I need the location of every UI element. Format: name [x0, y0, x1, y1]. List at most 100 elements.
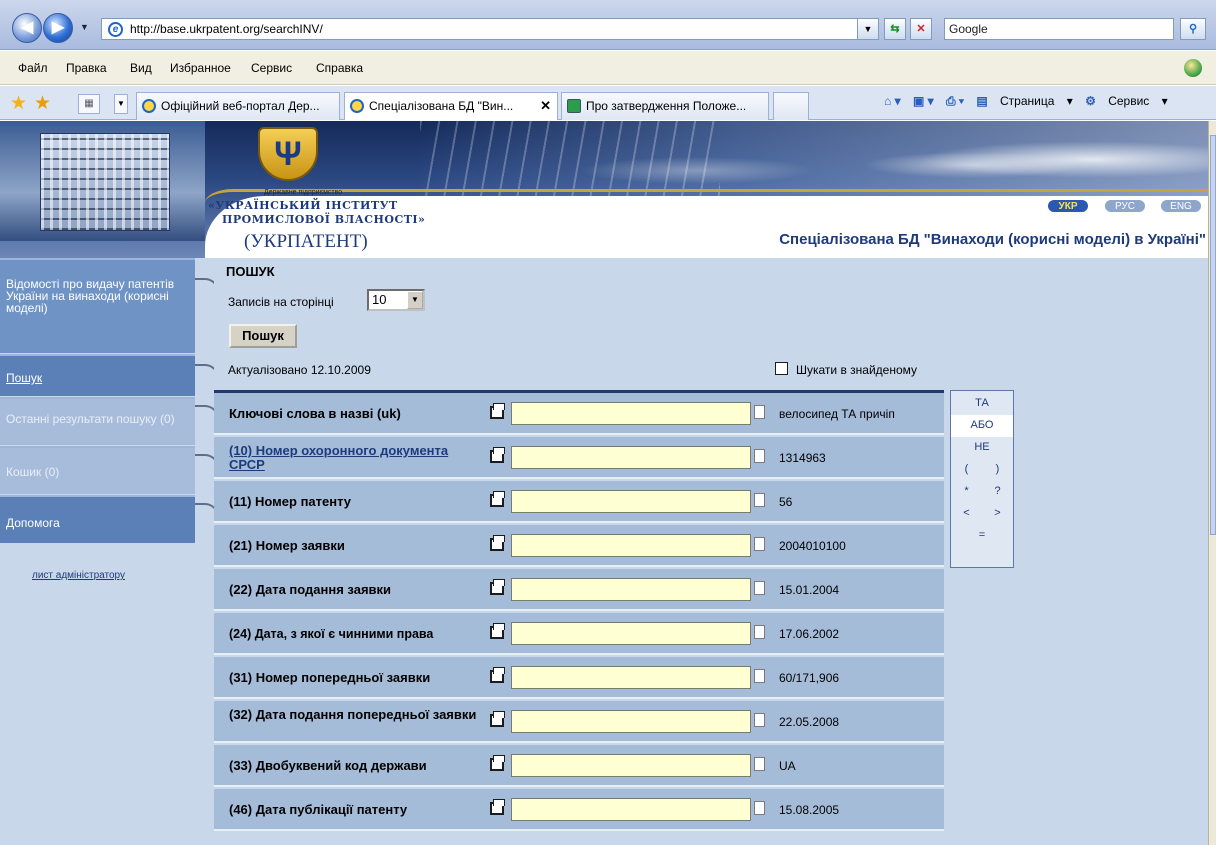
operator-close-paren[interactable]: )	[982, 459, 1013, 481]
operator-equals[interactable]: =	[951, 525, 1013, 547]
updated-date: Актуалізовано 12.10.2009	[228, 363, 371, 377]
nav-label: Допомога	[6, 516, 60, 530]
service-menu[interactable]: ⚙ Сервис ▾	[1085, 94, 1168, 108]
nav-label: Пошук	[6, 371, 43, 385]
copy-icon[interactable]	[490, 755, 505, 771]
tab-portal[interactable]: Офіційний веб-портал Дер...	[136, 92, 340, 120]
address-bar: ◀ ▶ ▼ e http://base.ukrpatent.org/search…	[0, 0, 1216, 50]
search-heading: ПОШУК	[226, 264, 275, 279]
copy-icon[interactable]	[490, 535, 505, 551]
nav-search[interactable]: Пошук	[0, 354, 219, 396]
ie-page-icon: e	[108, 22, 123, 37]
operator-asterisk[interactable]: *	[951, 481, 982, 503]
web-search-input[interactable]: Google	[944, 18, 1174, 40]
copy-icon[interactable]	[490, 403, 505, 419]
copy-icon[interactable]	[490, 623, 505, 639]
history-dropdown-icon[interactable]: ▼	[80, 22, 89, 32]
field-input[interactable]	[511, 446, 751, 469]
field-input[interactable]	[511, 490, 751, 513]
field-label: (46) Дата публікації патенту	[229, 802, 408, 817]
field-input[interactable]	[511, 534, 751, 557]
copy-icon[interactable]	[490, 799, 505, 815]
field-input[interactable]	[511, 666, 751, 689]
command-bar: ⌂ ▾ ▣ ▾ ⎙ ▾ ▤ Страница ▾ ⚙ Сервис ▾	[884, 94, 1177, 109]
field-input[interactable]	[511, 578, 751, 601]
field-row: (46) Дата публікації патенту 15.08.2005	[214, 789, 944, 831]
url-input[interactable]: e http://base.ukrpatent.org/searchINV/	[101, 18, 875, 40]
field-label: (31) Номер попередньої заявки	[229, 670, 431, 685]
search-fields-table: Ключові слова в назві (uk) велосипед ТА …	[214, 390, 944, 845]
per-page-label: Записів на сторінці	[228, 295, 334, 309]
nav-recent-results[interactable]: Останні результати пошуку (0)	[0, 397, 219, 445]
menu-edit[interactable]: Правка	[66, 61, 107, 75]
field-label: (11) Номер патенту	[229, 494, 352, 509]
nav-label: Останні результати пошуку (0)	[6, 412, 175, 426]
menu-view[interactable]: Вид	[130, 61, 152, 75]
lang-rus-button[interactable]: РУС	[1104, 199, 1146, 213]
ie-tab-icon	[350, 99, 364, 113]
operator-or[interactable]: АБО	[951, 415, 1013, 437]
field-input[interactable]	[511, 622, 751, 645]
menu-file[interactable]: Файл	[18, 61, 48, 75]
field-input[interactable]	[511, 402, 751, 425]
copy-icon[interactable]	[490, 447, 505, 463]
search-in-found-checkbox[interactable]	[775, 362, 788, 375]
field-label: (22) Дата подання заявки	[229, 582, 392, 597]
operator-less[interactable]: <	[951, 503, 982, 525]
field-row: Ключові слова в назві (uk) велосипед ТА …	[214, 393, 944, 435]
print-icon[interactable]: ⎙ ▾	[946, 94, 964, 108]
operator-and[interactable]: ТА	[951, 393, 1013, 415]
menu-tools[interactable]: Сервис	[251, 61, 292, 75]
tab-label: Спеціалізована БД "Вин...	[369, 99, 514, 113]
document-icon	[754, 625, 765, 639]
favorites-star-icon[interactable]: ★	[10, 92, 27, 115]
menu-help[interactable]: Справка	[316, 61, 363, 75]
field-input[interactable]	[511, 754, 751, 777]
nav-help[interactable]: Допомога	[0, 495, 219, 543]
lang-ukr-button[interactable]: УКР	[1047, 199, 1089, 213]
nav-cart[interactable]: Кошик (0)	[0, 446, 219, 494]
copy-icon[interactable]	[490, 579, 505, 595]
nav-patent-info[interactable]: Відомості про видачу патентів України на…	[0, 258, 219, 353]
close-tab-icon[interactable]: ✕	[540, 93, 551, 119]
addon-icon[interactable]	[1184, 59, 1202, 77]
operator-not[interactable]: НЕ	[951, 437, 1013, 459]
page-menu[interactable]: ▤ Страница ▾	[976, 94, 1072, 108]
field-input[interactable]	[511, 798, 751, 821]
database-title: Спеціалізована БД "Винаходи (корисні мод…	[779, 231, 1206, 248]
admin-mail-link[interactable]: лист адміністратору	[32, 570, 125, 581]
home-icon[interactable]: ⌂ ▾	[884, 94, 901, 108]
field-input[interactable]	[511, 710, 751, 733]
document-icon	[754, 493, 765, 507]
add-favorite-icon[interactable]: ★	[34, 92, 51, 115]
tab-regulation[interactable]: Про затвердження Положе...	[561, 92, 769, 120]
quick-tabs-icon[interactable]: ▦	[78, 94, 100, 114]
refresh-icon[interactable]: ⇆	[884, 18, 906, 40]
back-arrow-icon[interactable]: ◀	[12, 13, 42, 43]
url-dropdown-icon[interactable]: ▼	[857, 18, 879, 40]
operator-open-paren[interactable]: (	[951, 459, 982, 481]
tab-list-dropdown-icon[interactable]: ▼	[114, 94, 128, 114]
field-row: (21) Номер заявки 2004010100	[214, 525, 944, 567]
search-button[interactable]: Пошук	[229, 324, 297, 348]
copy-icon[interactable]	[490, 667, 505, 683]
copy-icon[interactable]	[490, 711, 505, 727]
scrollbar-thumb[interactable]	[1210, 135, 1216, 535]
operator-question[interactable]: ?	[982, 481, 1013, 503]
search-icon[interactable]: ⚲	[1180, 18, 1206, 40]
forward-arrow-icon[interactable]: ▶	[43, 13, 73, 43]
org-abbreviation: (УКРПАТЕНТ)	[244, 231, 368, 252]
lang-eng-button[interactable]: ENG	[1160, 199, 1202, 213]
field-label[interactable]: (10) Номер охоронного документа СРСР	[229, 444, 469, 472]
new-tab-button[interactable]	[773, 92, 809, 120]
operator-palette: ТА АБО НЕ ( ) * ? < > =	[950, 390, 1014, 568]
site-banner: Ψ Державне підприємство «УКРАЇНСЬКИЙ ІНС…	[0, 121, 1208, 258]
stop-icon[interactable]: ✕	[910, 18, 932, 40]
copy-icon[interactable]	[490, 491, 505, 507]
tab-patent-db[interactable]: Спеціалізована БД "Вин... ✕	[344, 92, 558, 120]
feeds-icon[interactable]: ▣ ▾	[913, 94, 934, 108]
vertical-scrollbar[interactable]	[1208, 121, 1216, 845]
operator-greater[interactable]: >	[982, 503, 1013, 525]
menu-favorites[interactable]: Избранное	[170, 61, 231, 75]
per-page-select[interactable]: 10 ▼	[367, 289, 425, 311]
